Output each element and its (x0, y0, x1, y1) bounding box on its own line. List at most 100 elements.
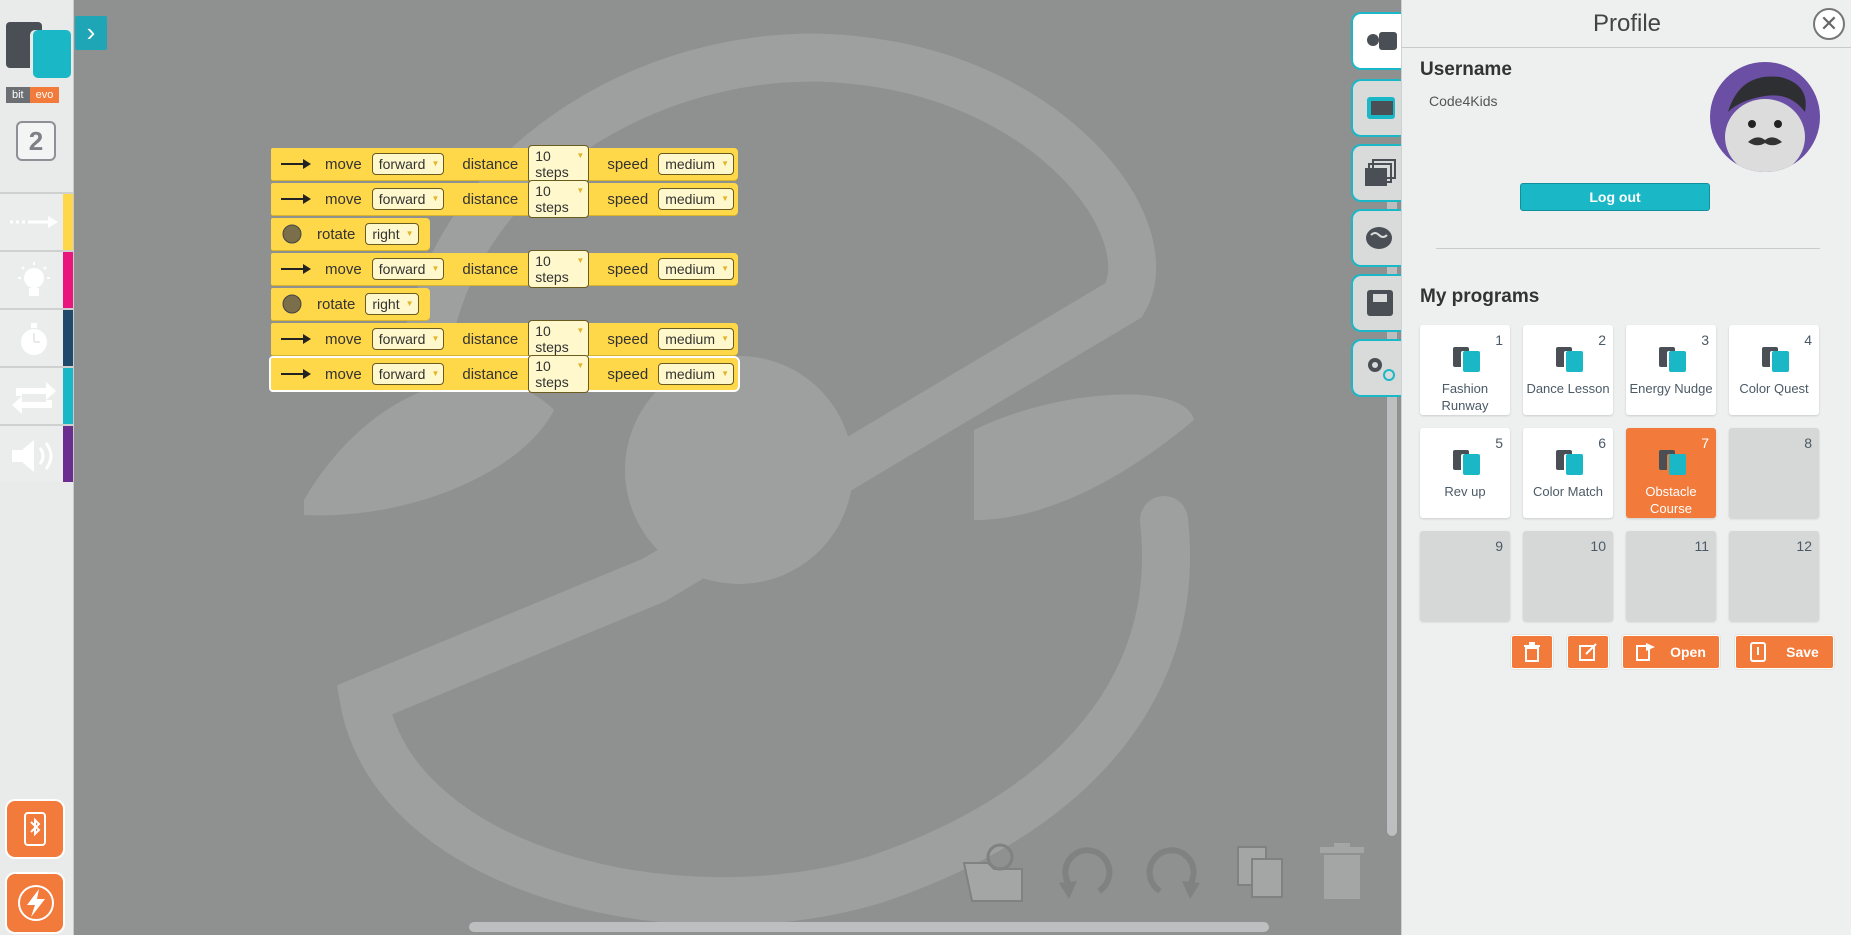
slot-number: 5 (1495, 435, 1503, 451)
delete-tool[interactable] (1318, 843, 1366, 906)
trash-icon (1524, 642, 1540, 662)
rotate-icon (281, 223, 303, 245)
speed-dropdown[interactable]: medium (658, 258, 734, 280)
program-slot-8[interactable]: 8 (1729, 428, 1819, 518)
category-timer[interactable] (0, 308, 73, 366)
program-name: Obstacle Course (1645, 484, 1697, 516)
program-name: Color Quest (1739, 381, 1809, 396)
delete-program-button[interactable] (1511, 635, 1553, 669)
arrow-right-icon (10, 216, 58, 228)
move-block[interactable]: move forward distance 10 steps speed med… (271, 250, 738, 288)
rename-program-button[interactable] (1567, 635, 1609, 669)
rotate-direction-dropdown[interactable]: right (365, 223, 419, 245)
bluetooth-connect-button[interactable] (7, 801, 63, 857)
copy-icon (1237, 846, 1283, 898)
tab-brain[interactable] (1351, 209, 1405, 267)
panel-title: Profile (1592, 10, 1662, 37)
slot-number: 12 (1796, 538, 1812, 554)
tab-profile[interactable] (1351, 12, 1405, 70)
copy-tool[interactable] (1236, 843, 1286, 906)
category-move[interactable] (0, 192, 73, 250)
left-toolbar: bit evo 2 (0, 0, 74, 935)
direction-dropdown[interactable]: forward (371, 153, 445, 175)
tab-gallery[interactable] (1351, 144, 1405, 202)
save-program-button[interactable]: Save (1735, 635, 1834, 669)
logout-button[interactable]: Log out (1520, 183, 1710, 211)
trash-icon (1320, 843, 1364, 899)
rotate-direction-dropdown[interactable]: right (365, 293, 419, 315)
block-command: rotate (317, 295, 356, 313)
category-light[interactable] (0, 250, 73, 308)
program-slot-6[interactable]: 6 Color Match (1523, 428, 1613, 518)
move-block[interactable]: move forward distance 10 steps speed med… (271, 145, 738, 183)
speed-dropdown[interactable]: medium (658, 363, 734, 385)
program-slot-3[interactable]: 3 Energy Nudge (1626, 325, 1716, 415)
slot-number: 2 (1598, 332, 1606, 348)
open-file-tool[interactable] (962, 843, 1034, 910)
program-slot-4[interactable]: 4 Color Quest (1729, 325, 1819, 415)
program-slot-12[interactable]: 12 (1729, 531, 1819, 621)
category-sound-stripe (63, 426, 73, 482)
flash-run-button[interactable] (7, 874, 63, 932)
stopwatch-icon (21, 323, 47, 355)
horizontal-scrollbar[interactable] (469, 922, 1269, 932)
bulb-icon (18, 262, 50, 296)
slot-number: 6 (1598, 435, 1606, 451)
program-slot-1[interactable]: 1 Fashion Runway (1420, 325, 1510, 415)
level-indicator[interactable]: 2 (16, 121, 56, 161)
slot-number: 11 (1694, 538, 1709, 554)
program-name: Rev up (1444, 484, 1486, 499)
program-name: Fashion Runway (1441, 381, 1489, 413)
avatar[interactable] (1710, 62, 1820, 172)
program-slot-9[interactable]: 9 (1420, 531, 1510, 621)
open-program-button[interactable]: Open (1622, 635, 1720, 669)
distance-dropdown[interactable]: 10 steps (528, 250, 590, 288)
program-slot-11[interactable]: 11 (1626, 531, 1716, 621)
program-slot-10[interactable]: 10 (1523, 531, 1613, 621)
move-arrow-icon (281, 263, 311, 275)
redo-icon (1146, 847, 1200, 899)
username-value: Code4Kids (1429, 93, 1498, 109)
category-light-stripe (63, 252, 73, 308)
distance-dropdown[interactable]: 10 steps (528, 355, 590, 393)
program-slot-5[interactable]: 5 Rev up (1420, 428, 1510, 518)
speed-dropdown[interactable]: medium (658, 188, 734, 210)
move-arrow-icon (281, 193, 311, 205)
redo-tool[interactable] (1144, 843, 1204, 906)
undo-tool[interactable] (1055, 843, 1115, 906)
category-loop-stripe (63, 368, 73, 424)
move-block[interactable]: move forward distance 10 steps speed med… (271, 320, 738, 358)
move-block[interactable]: move forward distance 10 steps speed med… (271, 180, 738, 218)
block-command: move (325, 155, 362, 173)
program-slot-7-selected[interactable]: 7 Obstacle Course (1626, 428, 1716, 518)
direction-dropdown[interactable]: forward (371, 328, 445, 350)
category-loop[interactable] (0, 366, 73, 424)
tab-settings[interactable] (1351, 339, 1405, 397)
program-icon (1556, 450, 1584, 476)
rotate-block[interactable]: rotate right (271, 288, 430, 320)
program-icon (1453, 450, 1481, 476)
slot-number: 3 (1701, 332, 1709, 348)
close-button[interactable]: ✕ (1813, 8, 1845, 40)
rotate-block[interactable]: rotate right (271, 218, 430, 250)
move-block-selected[interactable]: move forward distance 10 steps speed med… (269, 355, 740, 393)
avatar-mustache-icon (1725, 76, 1806, 172)
slot-number: 1 (1495, 332, 1503, 348)
program-slot-2[interactable]: 2 Dance Lesson (1523, 325, 1613, 415)
program-icon (1659, 347, 1687, 373)
direction-dropdown[interactable]: forward (371, 188, 445, 210)
speed-label: speed (607, 365, 649, 383)
direction-dropdown[interactable]: forward (371, 258, 445, 280)
programs-title: My programs (1420, 286, 1540, 307)
distance-dropdown[interactable]: 10 steps (528, 145, 590, 183)
direction-dropdown[interactable]: forward (371, 363, 445, 385)
tab-lessons[interactable] (1351, 79, 1405, 137)
slot-number: 9 (1495, 538, 1503, 554)
speed-dropdown[interactable]: medium (658, 328, 734, 350)
speed-dropdown[interactable]: medium (658, 153, 734, 175)
distance-dropdown[interactable]: 10 steps (528, 180, 590, 218)
category-sound[interactable] (0, 424, 73, 482)
distance-dropdown[interactable]: 10 steps (528, 320, 590, 358)
block-command: rotate (317, 225, 356, 243)
tab-save-device[interactable] (1351, 274, 1405, 332)
